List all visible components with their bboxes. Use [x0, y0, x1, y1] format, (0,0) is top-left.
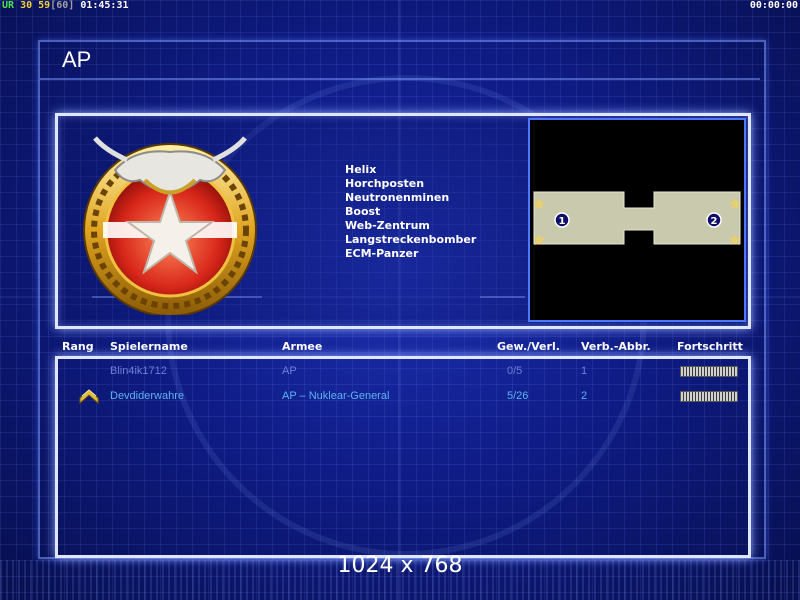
unit-list-item: Web-Zentrum: [345, 219, 430, 232]
player-table: [55, 356, 751, 558]
unit-list-item: Horchposten: [345, 177, 425, 190]
player-disconnects: 2: [581, 390, 588, 402]
resolution-label: 1024 x 768: [337, 553, 463, 578]
title-bar: AP: [40, 42, 760, 80]
player-progress-bar: [680, 391, 738, 402]
status-bar: UR 30 59[60] 01:45:31 00:00:00: [0, 0, 800, 12]
page-title: AP: [62, 47, 92, 72]
player-winloss: 0/5: [507, 365, 523, 377]
column-header-progress[interactable]: Fortschritt: [677, 340, 743, 353]
player-disconnects: 1: [581, 365, 588, 377]
player-winloss: 5/26: [507, 390, 529, 402]
start-position-label: 1: [559, 216, 566, 227]
status-value-c: [60]: [50, 0, 75, 11]
player-army: AP – Nuklear-General: [282, 390, 390, 402]
player-name[interactable]: Devdiderwahre: [110, 390, 184, 402]
status-clock: 01:45:31: [80, 0, 129, 11]
status-timer: 00:00:00: [749, 0, 798, 11]
column-header-player[interactable]: Spielername: [110, 340, 188, 353]
status-value-b: 59: [38, 0, 51, 11]
unit-list-item: Helix: [345, 163, 377, 176]
start-position-label: 2: [711, 216, 718, 227]
map-preview: 1 2: [528, 118, 746, 322]
unit-list: Helix Horchposten Neutronenminen Boost W…: [345, 163, 476, 261]
unit-list-item: Boost: [345, 205, 381, 218]
column-header-rank[interactable]: Rang: [62, 340, 94, 353]
unit-list-item: ECM-Panzer: [345, 247, 419, 260]
ur-label: UR: [2, 0, 15, 11]
status-value-a: 30: [20, 0, 33, 11]
dragon-star-emblem-icon: [83, 136, 257, 315]
column-header-disconnect[interactable]: Verb.-Abbr.: [581, 340, 651, 353]
column-header-army[interactable]: Armee: [282, 340, 322, 353]
column-header-winloss[interactable]: Gew./Verl.: [497, 340, 560, 353]
unit-list-item: Langstreckenbomber: [345, 233, 477, 246]
player-army: AP: [282, 365, 297, 377]
rank-chevron-icon: [79, 389, 99, 405]
unit-list-item: Neutronenminen: [345, 191, 450, 204]
player-progress-bar: [680, 366, 738, 377]
panel-decoration-line: [480, 296, 525, 298]
player-name[interactable]: Blin4ik1712: [110, 365, 167, 377]
